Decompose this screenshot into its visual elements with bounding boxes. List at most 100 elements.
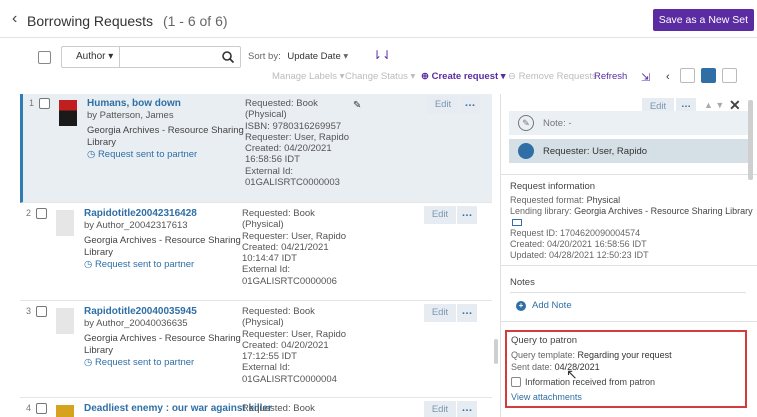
book-cover-thumbnail — [56, 210, 74, 236]
library-card-icon[interactable] — [512, 219, 522, 227]
list-item[interactable]: 1 Humans, bow down by Patterson, James G… — [20, 94, 492, 203]
sort-by[interactable]: Sort by: Update Date ▾ — [248, 51, 348, 62]
item-title[interactable]: Rapidotitle20042316428 — [84, 208, 197, 219]
lending-library-value: Georgia Archives - Resource Sharing Libr… — [574, 206, 753, 216]
change-status-label: Change Status — [345, 71, 408, 82]
list-item[interactable]: 2 Rapidotitle20042316428 by Author_20042… — [20, 204, 492, 301]
toolbar: Author ▾ Sort by: Update Date ▾ ⇂⇃ Manag… — [0, 38, 757, 94]
back-chevron-icon[interactable]: ‹ — [12, 10, 17, 28]
remove-requests-button[interactable]: ⊖ Remove Requests — [508, 71, 597, 82]
navigate-arrows-icon[interactable]: ▲ ▼ — [704, 100, 724, 110]
search-scope-dropdown[interactable]: Author ▾ — [76, 51, 113, 62]
external-id-label: External Id: — [242, 264, 291, 276]
item-status: ◷ Request sent to partner — [84, 259, 195, 270]
search-box: Author ▾ — [61, 46, 241, 68]
sent-date-line: Sent date: 04/28/2021 — [511, 362, 600, 372]
edit-button[interactable]: Edit — [424, 304, 456, 322]
book-cover-thumbnail — [59, 100, 77, 126]
export-icon[interactable]: ⇲ — [641, 71, 650, 84]
more-actions-button[interactable]: … — [457, 401, 477, 417]
section-divider — [501, 174, 757, 175]
refresh-button[interactable]: Refresh — [594, 71, 627, 82]
updated-line: Updated: 04/28/2021 12:50:23 IDT — [510, 250, 649, 260]
requested-type: Requested: Book — [245, 98, 318, 109]
requester-row: Requester: User, Rapido — [509, 139, 749, 163]
plus-icon: + — [516, 301, 526, 311]
more-actions-button[interactable]: … — [460, 96, 480, 114]
requested-format: (Physical) — [242, 219, 284, 231]
created-time: 10:14:47 IDT — [242, 253, 297, 265]
search-divider — [119, 47, 120, 67]
item-library: Georgia Archives - Resource Sharing Libr… — [84, 235, 241, 258]
add-note-button[interactable]: + Add Note — [516, 300, 572, 311]
requester: Requester: User, Rapido — [242, 230, 347, 242]
list-item[interactable]: 3 Rapidotitle20040035945 by Author_20040… — [20, 302, 492, 398]
requested-type: Requested: Book — [242, 306, 315, 317]
manage-labels-button[interactable]: Manage Labels ▾ — [272, 71, 344, 82]
item-author: by Author_20042317613 — [84, 220, 188, 231]
create-request-button[interactable]: ⊕ Create request ▾ — [421, 71, 506, 82]
page-title: Borrowing Requests (1 - 6 of 6) — [27, 13, 228, 29]
book-cover-thumbnail — [56, 405, 74, 417]
user-avatar-icon — [518, 143, 534, 159]
edit-button[interactable]: Edit — [424, 206, 456, 224]
remove-requests-label: Remove Requests — [518, 71, 597, 82]
book-cover-thumbnail — [56, 308, 74, 334]
requester: Requester: User, Rapido — [242, 328, 347, 340]
edit-button[interactable]: Edit — [427, 96, 459, 114]
item-author: by Author_20040036635 — [84, 318, 188, 329]
section-divider — [501, 321, 757, 322]
item-status-label: Request sent to partner — [97, 149, 198, 160]
item-title[interactable]: Humans, bow down — [87, 98, 181, 109]
item-status: ◷ Request sent to partner — [87, 149, 198, 160]
created-date: Created: 04/20/2021 — [242, 339, 329, 351]
sort-direction-icon[interactable]: ⇂⇃ — [372, 48, 392, 62]
sort-by-value: Update Date — [287, 51, 341, 62]
item-status: ◷ Request sent to partner — [84, 357, 195, 368]
select-all-checkbox[interactable] — [38, 51, 51, 64]
created-time: 17:12:55 IDT — [242, 351, 297, 363]
search-input[interactable] — [122, 49, 217, 65]
row-checkbox[interactable] — [36, 208, 47, 219]
item-details: Requested: Book (Physical) Requester: Us… — [242, 208, 352, 287]
external-id: 01GALISRTC0000003 — [245, 177, 340, 189]
item-details: Requested: Book — [242, 403, 352, 414]
sent-date-label: Sent date: — [511, 362, 553, 372]
collapse-chevron-icon[interactable]: ‹ — [666, 71, 670, 83]
change-status-button[interactable]: Change Status ▾ — [345, 71, 415, 82]
item-library: Georgia Archives - Resource Sharing Libr… — [84, 333, 241, 356]
list-scrollbar[interactable] — [494, 339, 498, 364]
save-as-new-set-button[interactable]: Save as a New Set — [652, 9, 754, 31]
edit-field-icon[interactable]: ✎ — [353, 100, 361, 111]
info-received-checkbox[interactable] — [511, 377, 521, 387]
requested-format: (Physical) — [245, 109, 287, 121]
external-id: 01GALISRTC0000004 — [242, 373, 337, 385]
split-view-icon[interactable] — [701, 68, 716, 83]
list-view-icon[interactable] — [680, 68, 695, 83]
external-id: 01GALISRTC0000006 — [242, 275, 337, 287]
edit-button[interactable]: Edit — [424, 401, 456, 417]
item-title[interactable]: Rapidotitle20040035945 — [84, 306, 197, 317]
row-checkbox[interactable] — [36, 306, 47, 317]
item-title[interactable]: Deadliest enemy : our war against killer — [84, 403, 272, 414]
created-time: 16:58:56 IDT — [245, 154, 300, 166]
requested-format: (Physical) — [242, 317, 284, 329]
row-number: 4 — [26, 403, 32, 413]
more-actions-button[interactable]: … — [457, 304, 477, 322]
view-attachments-link[interactable]: View attachments — [511, 392, 582, 402]
search-icon[interactable] — [221, 50, 235, 64]
row-checkbox[interactable] — [36, 403, 47, 414]
request-info: Requested format: Physical Lending libra… — [510, 195, 755, 261]
item-details: Requested: Book (Physical) Requester: Us… — [242, 306, 352, 385]
panel-scrollbar[interactable] — [748, 100, 753, 180]
row-checkbox[interactable] — [39, 98, 50, 109]
add-note-label: Add Note — [532, 300, 572, 311]
isbn: ISBN: 9780316269957 — [245, 120, 342, 132]
list-item[interactable]: 4 Deadliest enemy : our war against kill… — [20, 399, 492, 417]
full-view-icon[interactable] — [722, 68, 737, 83]
requested-format-line: Requested format: Physical — [510, 195, 755, 206]
page-header: ‹ Borrowing Requests (1 - 6 of 6) Save a… — [0, 0, 757, 38]
manage-labels-label: Manage Labels — [272, 71, 337, 82]
note-text: Note: - — [543, 118, 572, 129]
more-actions-button[interactable]: … — [457, 206, 477, 224]
